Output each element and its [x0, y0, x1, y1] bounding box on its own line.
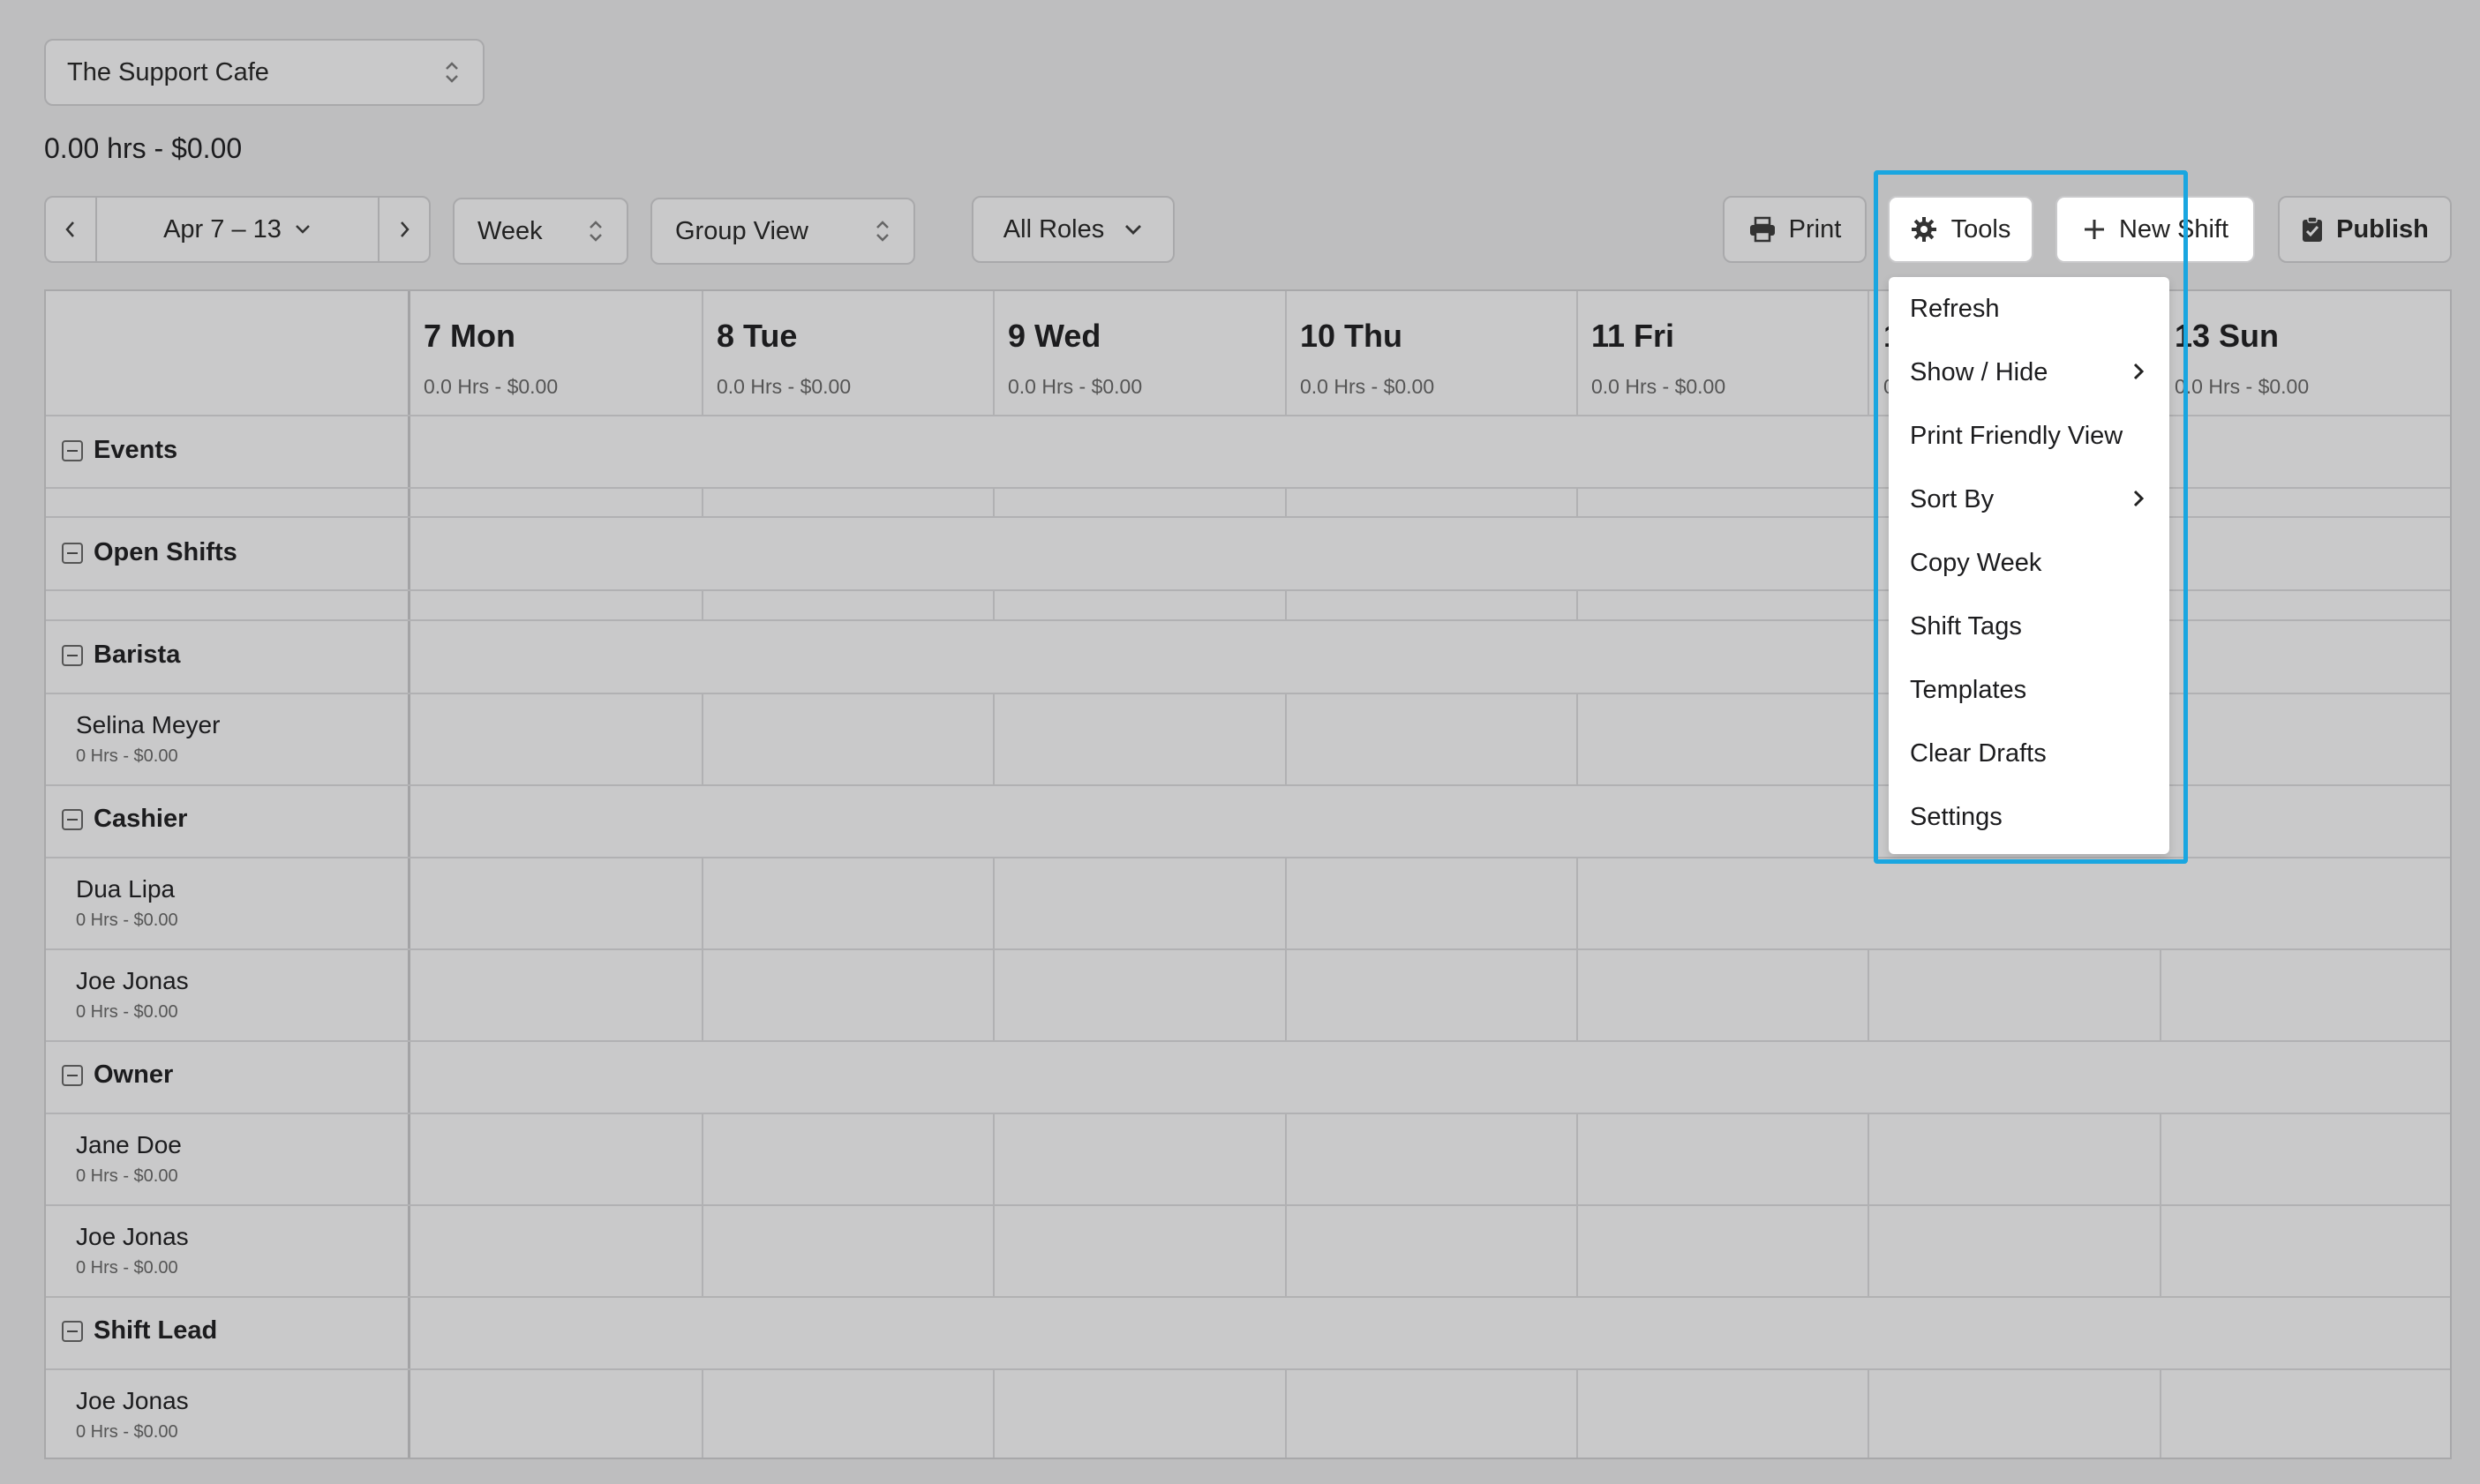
next-week-button[interactable]	[378, 196, 431, 263]
clipboard-check-icon	[2303, 216, 2323, 242]
printer-icon	[1749, 216, 1775, 243]
print-button[interactable]: Print	[1723, 196, 1867, 263]
day-header-sub: 0.0 Hrs - $0.00	[1008, 375, 1143, 398]
prev-week-button[interactable]	[44, 196, 97, 263]
employee-hours: 0 Hrs - $0.00	[76, 1422, 178, 1442]
location-select[interactable]: The Support Cafe	[44, 39, 485, 106]
group-owner[interactable]: Owner	[62, 1061, 173, 1090]
view-mode-select[interactable]: Group View	[650, 198, 915, 265]
day-header-sub: 0.0 Hrs - $0.00	[717, 375, 852, 398]
updown-chevron-icon	[446, 62, 458, 83]
day-header-sub: 0.0 Hrs - $0.00	[2175, 375, 2310, 398]
group-label: Barista	[94, 641, 181, 669]
print-label: Print	[1788, 214, 1842, 244]
highlight-box	[1874, 170, 2188, 864]
employee-hours: 0 Hrs - $0.00	[76, 1258, 178, 1278]
collapse-icon[interactable]	[62, 1320, 83, 1342]
employee-name[interactable]: Jane Doe	[76, 1131, 182, 1159]
publish-button[interactable]: Publish	[2278, 196, 2452, 263]
group-label: Shift Lead	[94, 1316, 218, 1345]
day-header-title: 13 Sun	[2175, 318, 2280, 354]
day-header-sub: 0.0 Hrs - $0.00	[424, 375, 559, 398]
employee-hours: 0 Hrs - $0.00	[76, 1166, 178, 1186]
day-header-title: 11 Fri	[1591, 318, 1675, 354]
chevron-left-icon	[65, 221, 74, 237]
chevron-down-icon	[1125, 225, 1142, 235]
employee-name[interactable]: Dua Lipa	[76, 875, 175, 903]
updown-chevron-icon	[590, 221, 602, 242]
day-header-title: 7 Mon	[424, 318, 515, 354]
employee-name[interactable]: Joe Jonas	[76, 1223, 189, 1251]
date-range-button[interactable]: Apr 7 – 13	[95, 196, 380, 263]
group-events[interactable]: Events	[62, 436, 177, 465]
employee-name[interactable]: Joe Jonas	[76, 1387, 189, 1415]
day-header-title: 10 Thu	[1300, 318, 1403, 354]
group-label: Cashier	[94, 805, 188, 833]
collapse-icon[interactable]	[62, 808, 83, 830]
collapse-icon[interactable]	[62, 542, 83, 564]
roles-filter-label: All Roles	[1003, 214, 1105, 244]
date-range-label: Apr 7 – 13	[163, 214, 282, 244]
group-barista[interactable]: Barista	[62, 641, 180, 670]
group-label: Open Shifts	[94, 538, 237, 566]
employee-hours: 0 Hrs - $0.00	[76, 1002, 178, 1022]
employee-name[interactable]: Selina Meyer	[76, 711, 220, 739]
day-header-sub: 0.0 Hrs - $0.00	[1300, 375, 1435, 398]
view-period-select[interactable]: Week	[453, 198, 628, 265]
collapse-icon[interactable]	[62, 439, 83, 461]
day-header-title: 9 Wed	[1008, 318, 1101, 354]
day-header-title: 8 Tue	[717, 318, 798, 354]
updown-chevron-icon	[876, 221, 889, 242]
day-header-sub: 0.0 Hrs - $0.00	[1591, 375, 1726, 398]
group-open-shifts[interactable]: Open Shifts	[62, 538, 237, 567]
employee-hours: 0 Hrs - $0.00	[76, 746, 178, 766]
location-select-value: The Support Cafe	[67, 57, 269, 86]
collapse-icon[interactable]	[62, 1064, 83, 1086]
view-mode-value: Group View	[675, 216, 808, 245]
collapse-icon[interactable]	[62, 644, 83, 666]
employee-name[interactable]: Joe Jonas	[76, 967, 189, 995]
roles-filter-button[interactable]: All Roles	[972, 196, 1175, 263]
hours-summary: 0.00 hrs - $0.00	[44, 132, 243, 164]
group-label: Events	[94, 436, 178, 464]
employee-hours: 0 Hrs - $0.00	[76, 911, 178, 930]
chevron-right-icon	[401, 221, 410, 237]
group-shift-lead[interactable]: Shift Lead	[62, 1316, 217, 1345]
view-period-value: Week	[477, 216, 543, 245]
group-cashier[interactable]: Cashier	[62, 805, 187, 834]
group-label: Owner	[94, 1061, 174, 1089]
chevron-down-icon	[296, 225, 310, 234]
publish-label: Publish	[2336, 214, 2429, 244]
